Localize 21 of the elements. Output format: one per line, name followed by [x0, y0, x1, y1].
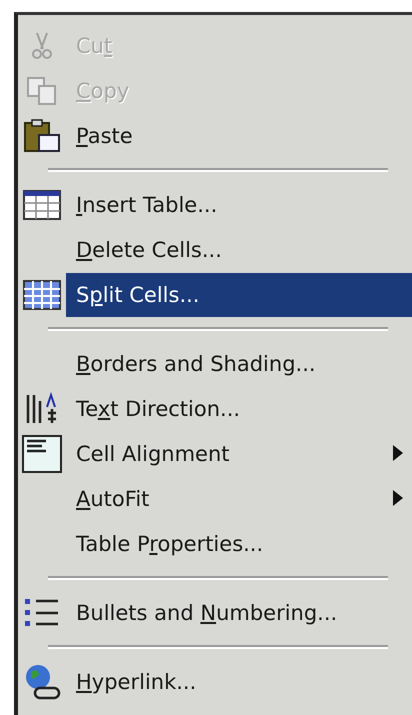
menu-item[interactable]: Insert Table... [66, 182, 412, 226]
menu-item[interactable]: Hyperlink... [66, 660, 412, 704]
scissors-icon [29, 30, 55, 60]
menu-item[interactable]: Paste [66, 114, 412, 158]
align-left-icon [22, 434, 62, 472]
menu-item[interactable]: Cell Alignment [66, 432, 412, 476]
menu-item[interactable]: Delete Cells... [66, 228, 412, 272]
bulleted-list-icon [24, 596, 60, 628]
table-icon [23, 280, 61, 310]
clipboard-icon [23, 118, 61, 152]
copy-icon [26, 76, 58, 106]
submenu-arrow-icon [392, 489, 404, 507]
menu-item[interactable]: Table Properties... [66, 522, 412, 566]
menu-item[interactable]: Split Cells... [66, 272, 412, 316]
menu-item[interactable]: Borders and Shading... [66, 342, 412, 386]
menu-item[interactable]: Text Direction... [66, 386, 412, 430]
submenu-arrow-icon [392, 444, 404, 462]
menu-item[interactable]: AutoFit [66, 476, 412, 520]
menu-item[interactable]: Bullets and Numbering... [66, 590, 412, 634]
table-icon [23, 190, 61, 220]
globe-link-icon [23, 664, 61, 700]
